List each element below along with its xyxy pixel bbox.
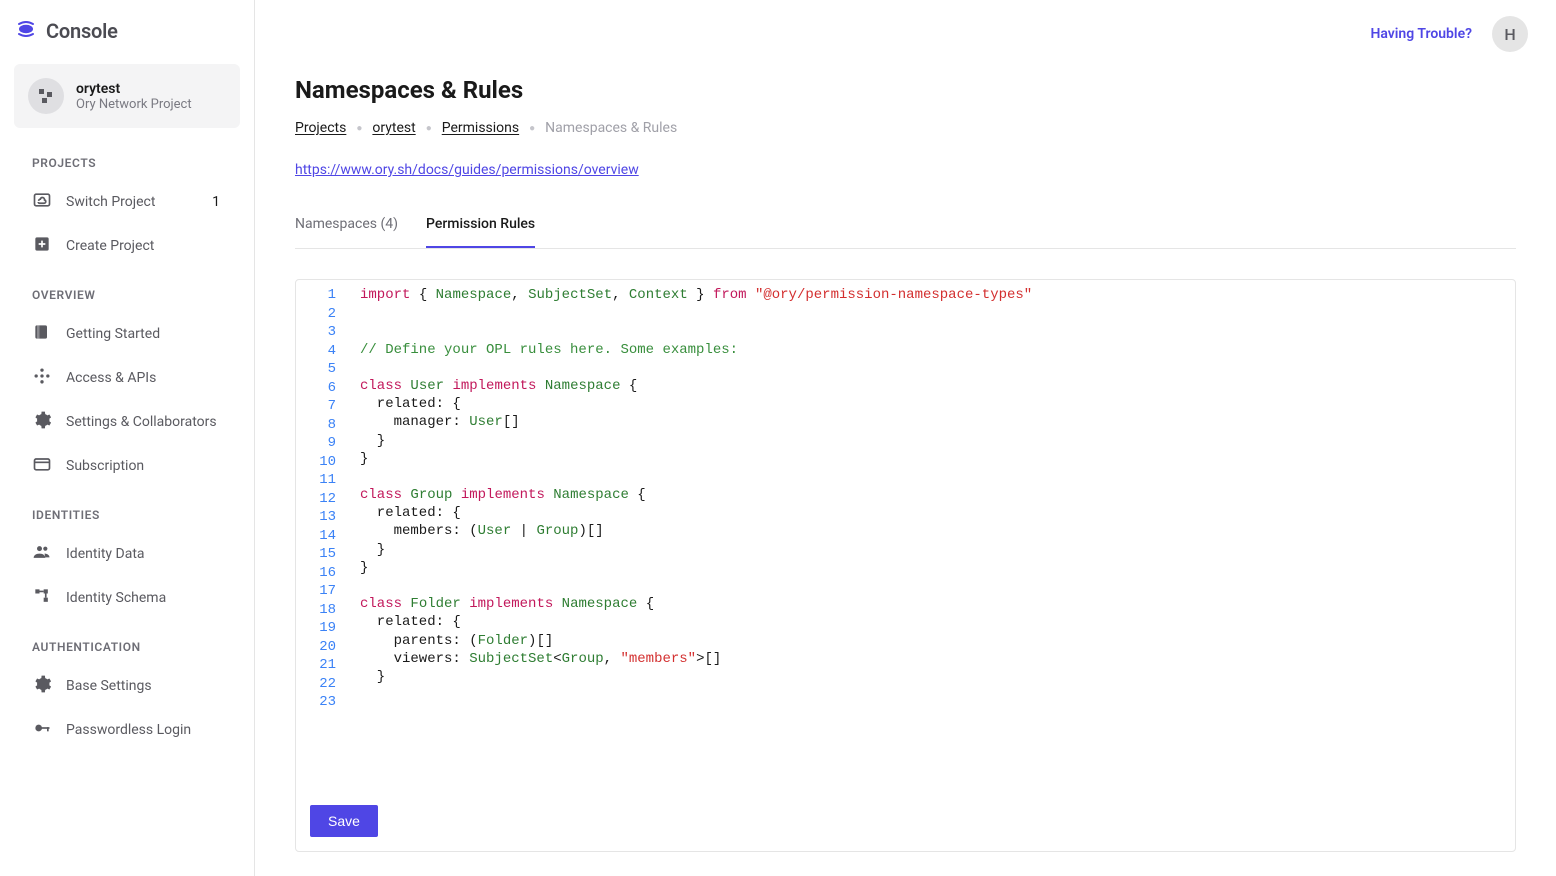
editor-code[interactable]: import { Namespace, SubjectSet, Context … xyxy=(348,286,1515,791)
nav-label: Identity Schema xyxy=(66,590,222,606)
logo-icon xyxy=(16,18,36,44)
nav-label: Access & APIs xyxy=(66,370,222,386)
nav-count: 1 xyxy=(212,194,220,210)
section-identities-label: IDENTITIES xyxy=(0,504,254,532)
crumb-project[interactable]: orytest xyxy=(372,120,415,136)
save-button[interactable]: Save xyxy=(310,805,378,837)
gear-icon xyxy=(32,410,52,434)
crumb-current: Namespaces & Rules xyxy=(545,120,677,136)
tabs: Namespaces (4) Permission Rules xyxy=(295,204,1516,249)
docs-link[interactable]: https://www.ory.sh/docs/guides/permissio… xyxy=(295,162,639,178)
project-card[interactable]: orytest Ory Network Project xyxy=(14,64,240,128)
sidebar-item-identity-data[interactable]: Identity Data xyxy=(0,532,254,576)
section-overview-label: OVERVIEW xyxy=(0,284,254,312)
gear-icon xyxy=(32,674,52,698)
sidebar-item-identity-schema[interactable]: Identity Schema xyxy=(0,576,254,620)
code-editor[interactable]: 1234567891011121314151617181920212223 im… xyxy=(295,279,1516,852)
sidebar-item-settings-collab[interactable]: Settings & Collaborators xyxy=(0,400,254,444)
project-avatar xyxy=(28,78,64,114)
sidebar-item-base-settings[interactable]: Base Settings xyxy=(0,664,254,708)
api-icon xyxy=(32,366,52,390)
sidebar-item-switch-project[interactable]: Switch Project 1 xyxy=(0,180,254,224)
sidebar-item-passwordless[interactable]: Passwordless Login xyxy=(0,708,254,752)
sidebar: Console orytest Ory Network Project PROJ… xyxy=(0,0,255,876)
editor-gutter: 1234567891011121314151617181920212223 xyxy=(296,286,348,791)
nav-label: Create Project xyxy=(66,238,222,254)
tab-namespaces[interactable]: Namespaces (4) xyxy=(295,204,398,248)
having-trouble-link[interactable]: Having Trouble? xyxy=(1370,26,1472,42)
cloud-icon xyxy=(32,190,52,214)
breadcrumb-sep: ● xyxy=(426,123,432,134)
section-projects-label: PROJECTS xyxy=(0,152,254,180)
project-subtitle: Ory Network Project xyxy=(76,97,192,112)
sidebar-item-getting-started[interactable]: Getting Started xyxy=(0,312,254,356)
nav-label: Switch Project xyxy=(66,194,198,210)
nav-label: Base Settings xyxy=(66,678,222,694)
tab-permission-rules[interactable]: Permission Rules xyxy=(426,204,535,248)
crumb-projects[interactable]: Projects xyxy=(295,120,346,136)
plus-box-icon xyxy=(32,234,52,258)
schema-icon xyxy=(32,586,52,610)
book-icon xyxy=(32,322,52,346)
brand-name: Console xyxy=(46,19,118,43)
main: Having Trouble? H Namespaces & Rules Pro… xyxy=(255,0,1556,876)
brand-row: Console xyxy=(0,18,254,64)
topbar: Having Trouble? H xyxy=(255,0,1556,58)
nav-label: Getting Started xyxy=(66,326,222,342)
sidebar-item-create-project[interactable]: Create Project xyxy=(0,224,254,268)
nav-label: Passwordless Login xyxy=(66,722,222,738)
breadcrumb-sep: ● xyxy=(529,123,535,134)
card-icon xyxy=(32,454,52,478)
people-icon xyxy=(32,542,52,566)
breadcrumb: Projects ● orytest ● Permissions ● Names… xyxy=(295,120,1516,152)
crumb-permissions[interactable]: Permissions xyxy=(442,120,519,136)
sidebar-item-subscription[interactable]: Subscription xyxy=(0,444,254,488)
page-title: Namespaces & Rules xyxy=(295,76,1516,104)
breadcrumb-sep: ● xyxy=(356,123,362,134)
nav-label: Subscription xyxy=(66,458,222,474)
section-auth-label: AUTHENTICATION xyxy=(0,636,254,664)
key-icon xyxy=(32,718,52,742)
user-avatar[interactable]: H xyxy=(1492,16,1528,52)
nav-label: Settings & Collaborators xyxy=(66,414,222,430)
nav-label: Identity Data xyxy=(66,546,222,562)
sidebar-item-access-apis[interactable]: Access & APIs xyxy=(0,356,254,400)
project-name: orytest xyxy=(76,81,192,97)
